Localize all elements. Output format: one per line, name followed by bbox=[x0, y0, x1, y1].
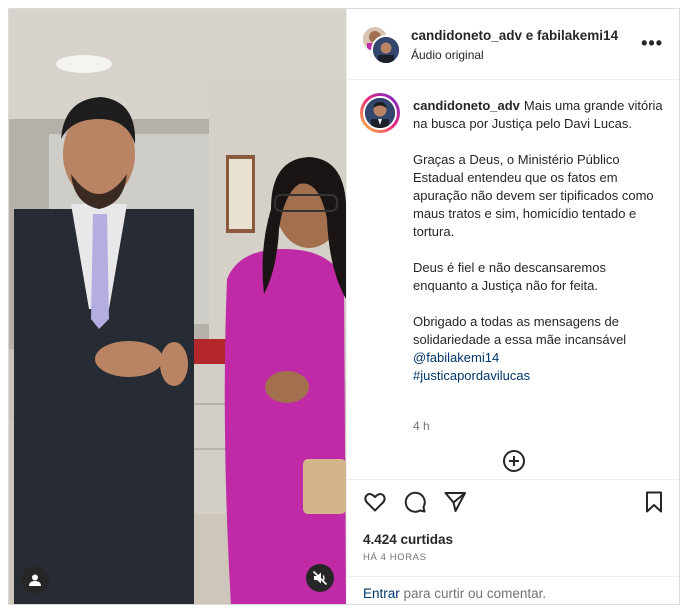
action-bar bbox=[347, 479, 679, 524]
post-header: candidoneto_adv e fabilakemi14 Áudio ori… bbox=[347, 9, 679, 80]
comment-icon bbox=[404, 491, 426, 513]
comment-bar: Entrar para curtir ou comentar. bbox=[347, 576, 679, 604]
caption-timestamp[interactable]: 4 h bbox=[413, 419, 430, 433]
user-tag-icon bbox=[29, 574, 41, 586]
audio-label[interactable]: Áudio original bbox=[411, 48, 484, 62]
hashtag-link[interactable]: #justicapordavilucas bbox=[413, 368, 530, 383]
post-date[interactable]: HÁ 4 HORAS bbox=[363, 552, 427, 563]
user-tag-button[interactable] bbox=[21, 566, 49, 594]
like-button[interactable] bbox=[363, 490, 387, 514]
add-comment-button[interactable] bbox=[502, 449, 526, 473]
save-button[interactable] bbox=[642, 490, 666, 514]
mute-toggle-button[interactable] bbox=[306, 564, 334, 592]
post-details-panel: candidoneto_adv e fabilakemi14 Áudio ori… bbox=[346, 9, 679, 604]
caption-paragraph: Obrigado a todas as mensagens de solidar… bbox=[413, 314, 627, 347]
caption-paragraph: Deus é fiel e não descansaremos enquanto… bbox=[413, 260, 606, 293]
post-authors[interactable]: candidoneto_adv e fabilakemi14 bbox=[411, 28, 618, 43]
caption-section: candidoneto_adv Mais uma grande vitória n… bbox=[347, 79, 679, 474]
login-prompt: Entrar para curtir ou comentar. bbox=[363, 586, 546, 601]
caption-paragraph: Graças a Deus, o Ministério Público Esta… bbox=[413, 152, 654, 239]
caption-avatar[interactable] bbox=[360, 93, 400, 133]
like-count[interactable]: 4.424 curtidas bbox=[363, 532, 453, 547]
video-player[interactable] bbox=[9, 9, 346, 604]
heart-icon bbox=[364, 493, 386, 512]
login-prompt-text: para curtir ou comentar. bbox=[403, 586, 547, 601]
bookmark-icon bbox=[646, 491, 662, 513]
caption-username[interactable]: candidoneto_adv bbox=[413, 98, 520, 113]
add-comment-icon bbox=[503, 450, 525, 472]
caption-text: candidoneto_adv Mais uma grande vitória n… bbox=[413, 97, 663, 385]
paper-plane-icon bbox=[444, 492, 466, 512]
video-frame bbox=[9, 9, 346, 604]
comment-button[interactable] bbox=[403, 490, 427, 514]
share-button[interactable] bbox=[443, 490, 467, 514]
collab-avatars[interactable] bbox=[361, 25, 401, 65]
mention-link[interactable]: @fabilakemi14 bbox=[413, 350, 499, 365]
login-link[interactable]: Entrar bbox=[363, 586, 400, 601]
muted-speaker-icon bbox=[312, 570, 328, 586]
more-options-icon[interactable]: ••• bbox=[641, 34, 663, 52]
avatar bbox=[371, 35, 401, 65]
post-container: candidoneto_adv e fabilakemi14 Áudio ori… bbox=[8, 8, 680, 605]
